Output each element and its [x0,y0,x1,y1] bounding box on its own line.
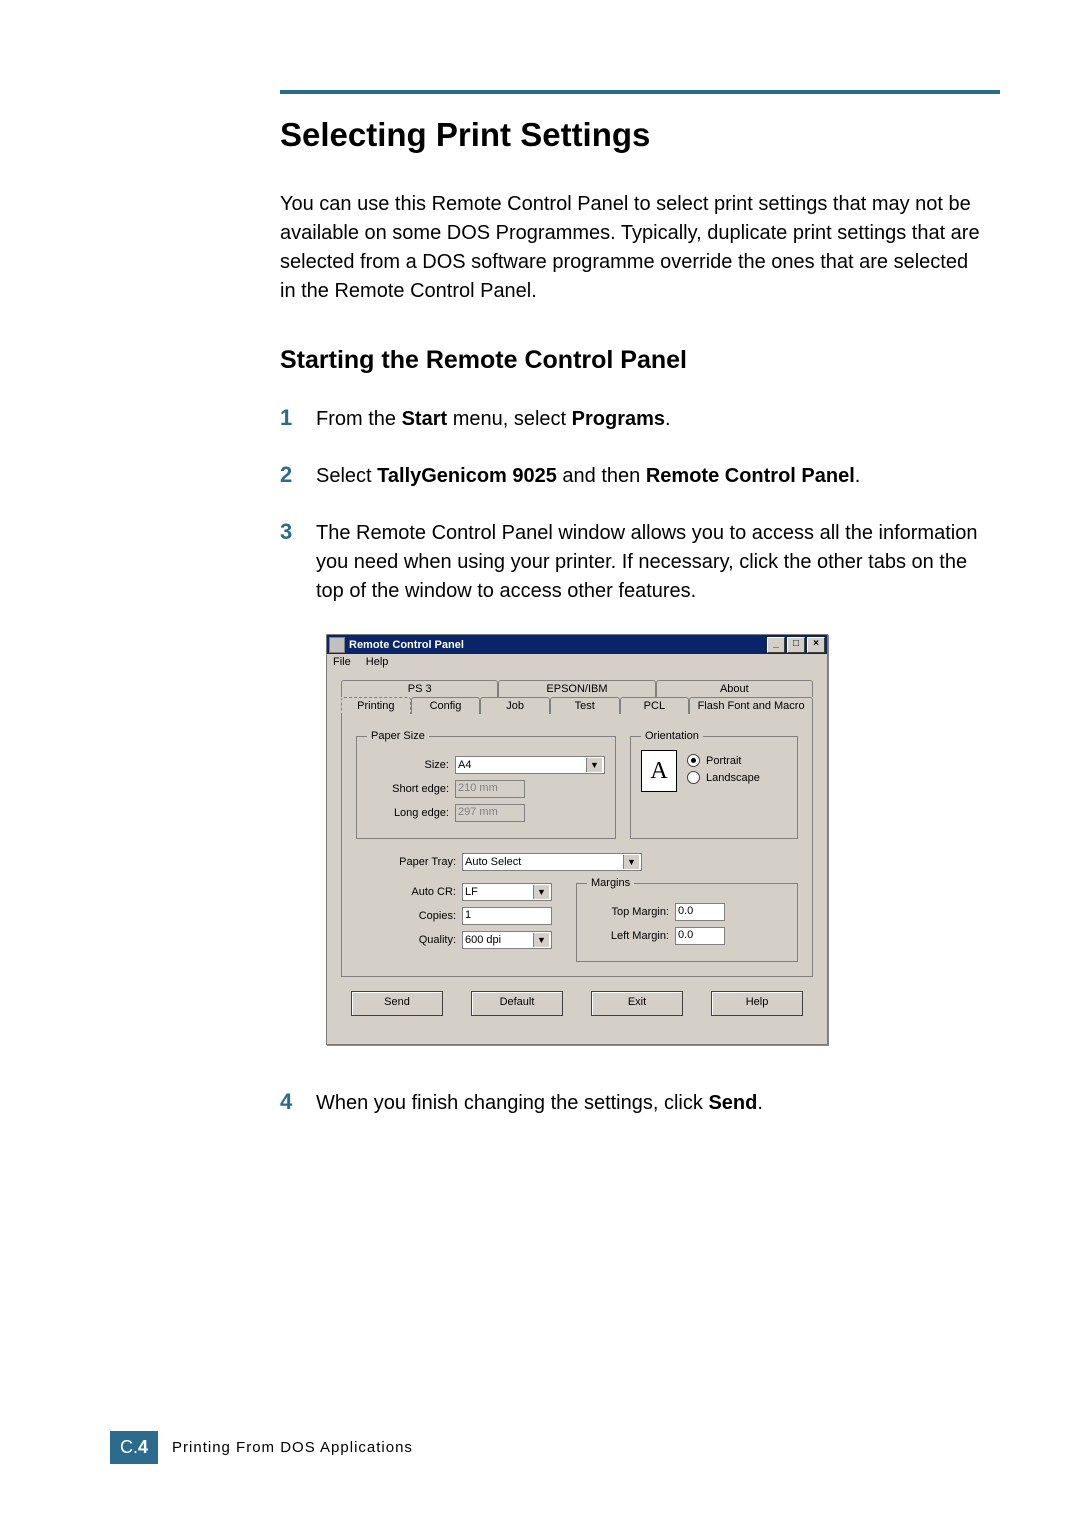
page-footer: C.4 Printing From DOS Applications [110,1431,413,1464]
portrait-radio[interactable]: Portrait [687,754,760,767]
menu-file[interactable]: File [333,656,351,668]
quality-label: Quality: [356,934,462,946]
step-2: 2 Select TallyGenicom 9025 and then Remo… [280,462,980,491]
margins-group: Margins Top Margin: 0.0 Left Margin: 0.0 [576,877,798,962]
short-edge-label: Short edge: [367,783,455,795]
menu-help[interactable]: Help [366,656,389,668]
tab-about[interactable]: About [656,680,813,697]
dropdown-arrow-icon: ▼ [623,855,639,869]
help-button[interactable]: Help [711,991,803,1016]
radio-dot-icon [687,771,700,784]
send-button[interactable]: Send [351,991,443,1016]
step-3: 3 The Remote Control Panel window allows… [280,519,980,606]
window-title: Remote Control Panel [349,639,765,651]
step-text: From the Start menu, select Programs. [316,405,980,434]
copies-label: Copies: [356,910,462,922]
paper-tray-combo[interactable]: Auto Select ▼ [462,853,642,871]
dropdown-arrow-icon: ▼ [533,933,549,947]
footer-caption: Printing From DOS Applications [172,1439,413,1456]
remote-control-panel-window: Remote Control Panel _ □ × File Help PS … [326,634,828,1045]
menu-bar: File Help [327,654,827,670]
size-value: A4 [458,759,471,771]
auto-cr-label: Auto CR: [356,886,462,898]
dialog-button-row: Send Default Exit Help [341,977,813,1032]
step-4: 4 When you finish changing the settings,… [280,1089,980,1118]
short-edge-field: 210 mm [455,780,525,798]
tab-config[interactable]: Config [411,697,481,714]
orientation-legend: Orientation [641,730,703,742]
tab-pcl[interactable]: PCL [620,697,690,714]
header-rule [280,90,1000,94]
step-number: 4 [280,1089,316,1118]
radio-dot-icon [687,754,700,767]
size-label: Size: [367,759,455,771]
orientation-group: Orientation A Portrait [630,730,798,839]
tab-panel-printing: Paper Size Size: A4 ▼ Short edge: [341,713,813,977]
close-button[interactable]: × [807,637,825,653]
maximize-button[interactable]: □ [787,637,805,653]
tab-row-upper: PS 3 EPSON/IBM About [341,680,813,697]
dropdown-arrow-icon: ▼ [533,885,549,899]
step-number: 2 [280,462,316,491]
paper-size-legend: Paper Size [367,730,429,742]
page-number-box: C.4 [110,1431,158,1464]
long-edge-label: Long edge: [367,807,455,819]
app-icon [329,637,345,653]
quality-combo[interactable]: 600 dpi ▼ [462,931,552,949]
tab-row-lower: Printing Config Job Test PCL Flash Font … [341,697,813,714]
portrait-label: Portrait [706,755,741,767]
left-margin-label: Left Margin: [587,930,675,942]
auto-cr-combo[interactable]: LF ▼ [462,883,552,901]
step-text: When you finish changing the settings, c… [316,1089,980,1118]
margins-legend: Margins [587,877,634,889]
tab-job[interactable]: Job [480,697,550,714]
step-number: 3 [280,519,316,606]
long-edge-field: 297 mm [455,804,525,822]
section-heading: Starting the Remote Control Panel [280,346,980,375]
tab-epson-ibm[interactable]: EPSON/IBM [498,680,655,697]
exit-button[interactable]: Exit [591,991,683,1016]
left-margin-field[interactable]: 0.0 [675,927,725,945]
orientation-preview-icon: A [641,750,677,792]
tab-ps3[interactable]: PS 3 [341,680,498,697]
dropdown-arrow-icon: ▼ [586,758,602,772]
intro-paragraph: You can use this Remote Control Panel to… [280,190,980,306]
step-number: 1 [280,405,316,434]
step-text: Select TallyGenicom 9025 and then Remote… [316,462,980,491]
page-title: Selecting Print Settings [280,116,980,154]
step-text: The Remote Control Panel window allows y… [316,519,980,606]
top-margin-field[interactable]: 0.0 [675,903,725,921]
copies-field[interactable]: 1 [462,907,552,925]
default-button[interactable]: Default [471,991,563,1016]
minimize-button[interactable]: _ [767,637,785,653]
top-margin-label: Top Margin: [587,906,675,918]
size-combo[interactable]: A4 ▼ [455,756,605,774]
step-1: 1 From the Start menu, select Programs. [280,405,980,434]
tab-printing[interactable]: Printing [341,697,411,714]
quality-value: 600 dpi [465,934,501,946]
tab-test[interactable]: Test [550,697,620,714]
landscape-label: Landscape [706,772,760,784]
paper-size-group: Paper Size Size: A4 ▼ Short edge: [356,730,616,839]
paper-tray-value: Auto Select [465,856,521,868]
paper-tray-label: Paper Tray: [356,856,462,868]
landscape-radio[interactable]: Landscape [687,771,760,784]
auto-cr-value: LF [465,886,478,898]
tab-flash-font-macro[interactable]: Flash Font and Macro [689,697,813,714]
window-titlebar[interactable]: Remote Control Panel _ □ × [327,635,827,654]
